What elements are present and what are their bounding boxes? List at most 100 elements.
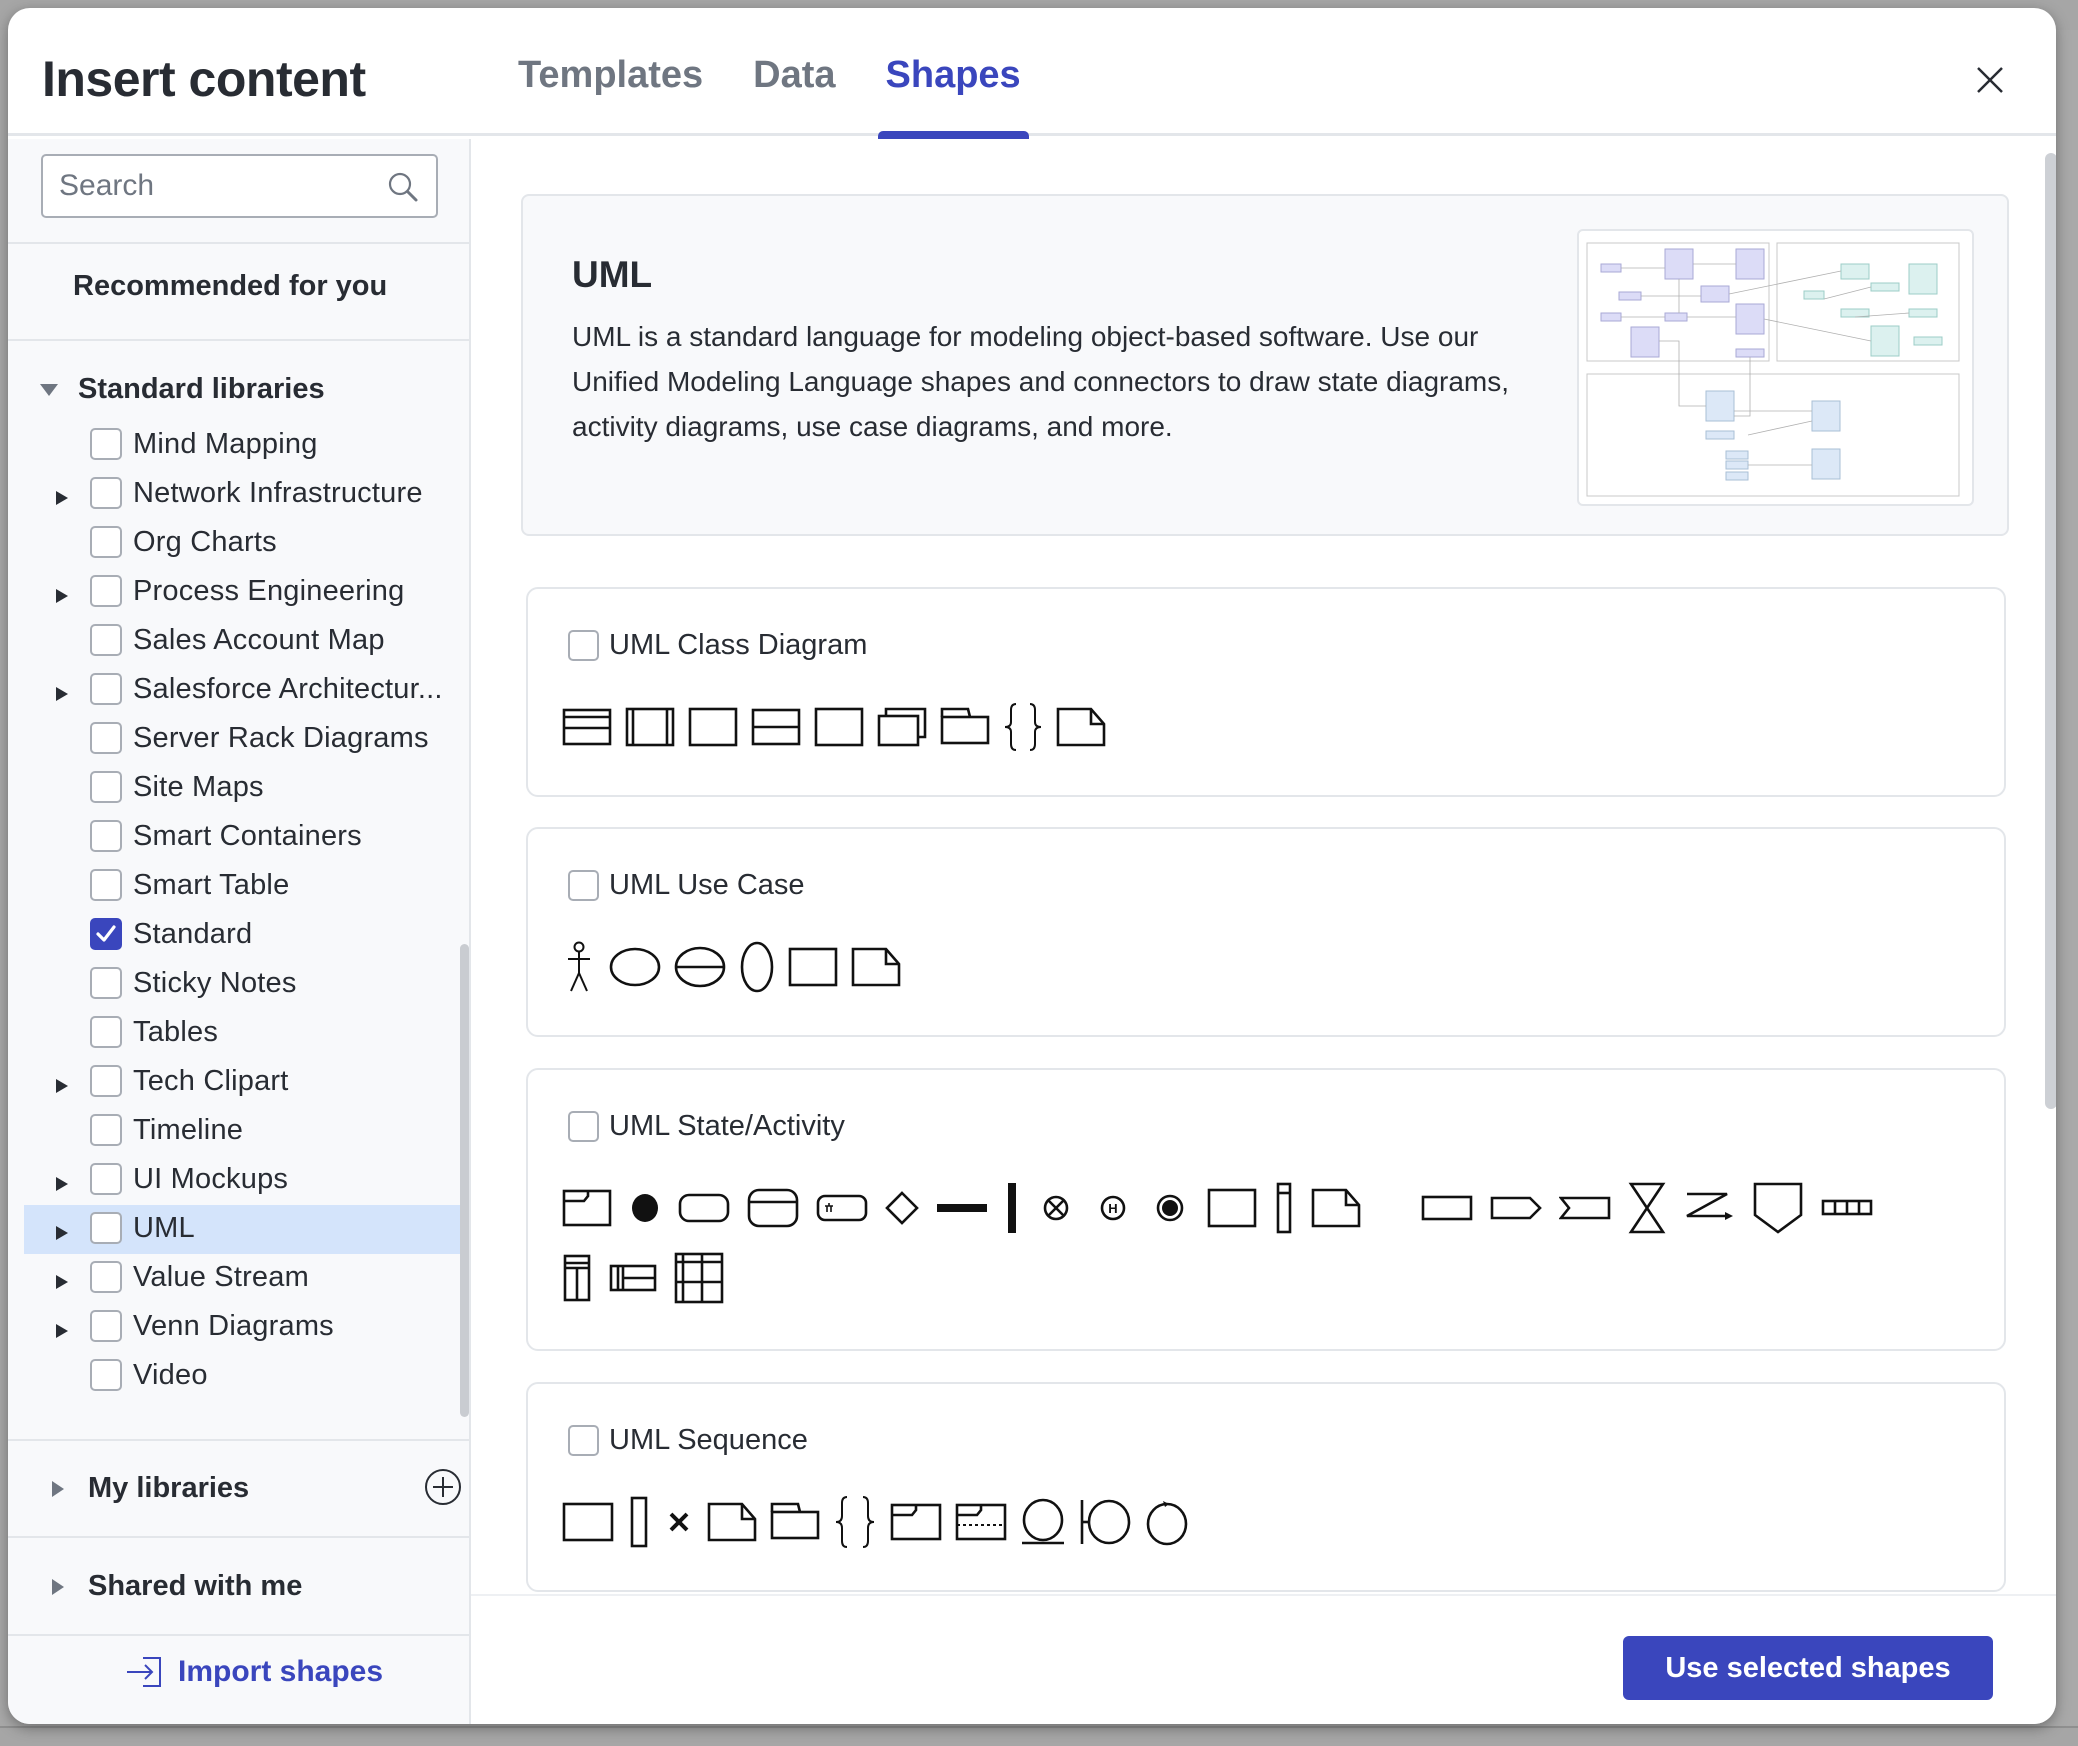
swimlane-grid-shape-icon[interactable] (674, 1252, 724, 1309)
library-checkbox[interactable] (90, 722, 122, 754)
sidebar-library-item[interactable]: UI Mockups (8, 1156, 469, 1205)
library-checkbox[interactable] (90, 1163, 122, 1195)
sidebar-library-item[interactable]: Tables (8, 1009, 469, 1058)
destruction-shape-icon[interactable] (664, 1507, 694, 1542)
search-input[interactable] (59, 166, 379, 206)
actor-shape-icon[interactable] (562, 941, 596, 998)
interrupt-shape-icon[interactable] (1683, 1190, 1735, 1231)
library-checkbox[interactable] (90, 1261, 122, 1293)
library-checkbox[interactable] (90, 869, 122, 901)
final-state-shape-icon[interactable] (1150, 1193, 1190, 1228)
note-shape-icon[interactable] (1056, 707, 1106, 752)
shape-library-checkbox[interactable] (568, 630, 599, 661)
interface-shape-icon[interactable] (751, 708, 801, 751)
expand-caret-icon[interactable] (56, 1275, 68, 1289)
library-checkbox[interactable] (90, 918, 122, 950)
import-shapes-link[interactable]: Import shapes (126, 1655, 383, 1689)
swimlane-vertical-shape-icon[interactable] (562, 1254, 592, 1307)
library-checkbox[interactable] (90, 1359, 122, 1391)
swimlane-horizontal-shape-icon[interactable] (609, 1263, 657, 1298)
expand-caret-icon[interactable] (56, 1324, 68, 1338)
package-shape-icon[interactable] (770, 1502, 820, 1547)
object-shape-icon[interactable] (562, 1502, 614, 1547)
search-field[interactable] (41, 154, 438, 218)
my-libraries-toggle[interactable]: My libraries (40, 1472, 249, 1505)
library-checkbox[interactable] (90, 624, 122, 656)
tab-data[interactable]: Data (753, 8, 835, 136)
vertical-ellipse-shape-icon[interactable] (739, 941, 775, 998)
shapes-scrollbar[interactable] (2045, 153, 2056, 1109)
note-shape-icon[interactable] (707, 1502, 757, 1547)
sidebar-library-item[interactable]: Video (8, 1352, 469, 1401)
fork-vertical-shape-icon[interactable] (1005, 1182, 1019, 1239)
library-checkbox[interactable] (90, 477, 122, 509)
sidebar-library-item[interactable]: Network Infrastructure (8, 470, 469, 519)
sidebar-library-item[interactable]: Smart Containers (8, 813, 469, 862)
sidebar-library-item[interactable]: Salesforce Architectur... (8, 666, 469, 715)
constraint-shape-icon[interactable] (833, 1495, 877, 1554)
fragment-shape-icon[interactable] (890, 1503, 942, 1546)
expand-caret-icon[interactable] (56, 1079, 68, 1093)
close-button[interactable] (1970, 60, 2010, 100)
flow-final-shape-icon[interactable] (1036, 1193, 1076, 1228)
expand-caret-icon[interactable] (56, 491, 68, 505)
library-checkbox[interactable] (90, 967, 122, 999)
state-shape-icon[interactable] (678, 1193, 730, 1228)
package-shape-icon[interactable] (940, 707, 990, 752)
lifeline-shape-icon[interactable] (1274, 1182, 1294, 1239)
alt-fragment-shape-icon[interactable] (955, 1503, 1007, 1546)
library-checkbox[interactable] (90, 575, 122, 607)
sidebar-library-item[interactable]: Smart Table (8, 862, 469, 911)
initial-state-shape-icon[interactable] (629, 1192, 661, 1229)
use-case-ellipse-shape-icon[interactable] (609, 947, 661, 992)
library-checkbox[interactable] (90, 1310, 122, 1342)
search-icon[interactable] (386, 170, 420, 204)
activation-shape-icon[interactable] (627, 1496, 651, 1553)
sidebar-library-item[interactable]: Site Maps (8, 764, 469, 813)
expand-caret-icon[interactable] (56, 589, 68, 603)
use-selected-shapes-button[interactable]: Use selected shapes (1623, 1636, 1993, 1700)
shape-library-checkbox[interactable] (568, 870, 599, 901)
standard-libraries-toggle[interactable]: Standard libraries (40, 373, 325, 406)
sidebar-library-item[interactable]: Server Rack Diagrams (8, 715, 469, 764)
shared-with-me-toggle[interactable]: Shared with me (40, 1570, 302, 1603)
shape-library-checkbox[interactable] (568, 1425, 599, 1456)
sidebar-library-item[interactable]: Standard (8, 911, 469, 960)
pin-shape-shape-icon[interactable] (1752, 1182, 1804, 1239)
expand-caret-icon[interactable] (56, 687, 68, 701)
square-shape-icon[interactable] (814, 707, 864, 752)
library-checkbox[interactable] (90, 771, 122, 803)
shape-library-toggle[interactable]: UML State/Activity (568, 1110, 845, 1143)
use-case-extension-shape-icon[interactable] (674, 946, 726, 993)
sidebar-library-item[interactable]: Timeline (8, 1107, 469, 1156)
sidebar-library-item[interactable]: Value Stream (8, 1254, 469, 1303)
constraint-braces-shape-icon[interactable] (1003, 702, 1043, 757)
sidebar-library-item[interactable]: Mind Mapping (8, 421, 469, 470)
sidebar-library-item[interactable]: UML (24, 1205, 469, 1254)
sidebar-scrollbar[interactable] (460, 944, 469, 1417)
rectangle-shape-icon[interactable] (1207, 1188, 1257, 1233)
shape-library-checkbox[interactable] (568, 1111, 599, 1142)
sidebar-library-item[interactable]: Tech Clipart (8, 1058, 469, 1107)
expand-caret-icon[interactable] (56, 1226, 68, 1240)
class-shape-icon[interactable] (562, 708, 612, 751)
sub-machine-state-shape-icon[interactable] (816, 1194, 868, 1227)
shape-library-toggle[interactable]: UML Sequence (568, 1424, 808, 1457)
multi-object-shape-icon[interactable] (877, 707, 927, 752)
frame-shape-icon[interactable] (562, 1189, 612, 1232)
class-double-border-shape-icon[interactable] (625, 707, 675, 752)
add-library-button[interactable] (424, 1468, 462, 1506)
library-checkbox[interactable] (90, 820, 122, 852)
send-signal-shape-icon[interactable] (1490, 1196, 1542, 1225)
decision-shape-icon[interactable] (885, 1190, 919, 1230)
note-shape-icon[interactable] (851, 947, 901, 992)
action-shape-icon[interactable] (1421, 1194, 1473, 1227)
sidebar-library-item[interactable]: Process Engineering (8, 568, 469, 617)
library-checkbox[interactable] (90, 1114, 122, 1146)
library-list[interactable]: Kubernetes Mind Mapping Network Infrastruc… (8, 411, 469, 1406)
control-shape-icon[interactable] (1144, 1498, 1190, 1551)
system-boundary-shape-icon[interactable] (788, 947, 838, 992)
fork-horizontal-shape-icon[interactable] (936, 1201, 988, 1219)
sidebar-library-item[interactable]: Kubernetes (8, 411, 469, 421)
entity-shape-icon[interactable] (1020, 1498, 1066, 1551)
